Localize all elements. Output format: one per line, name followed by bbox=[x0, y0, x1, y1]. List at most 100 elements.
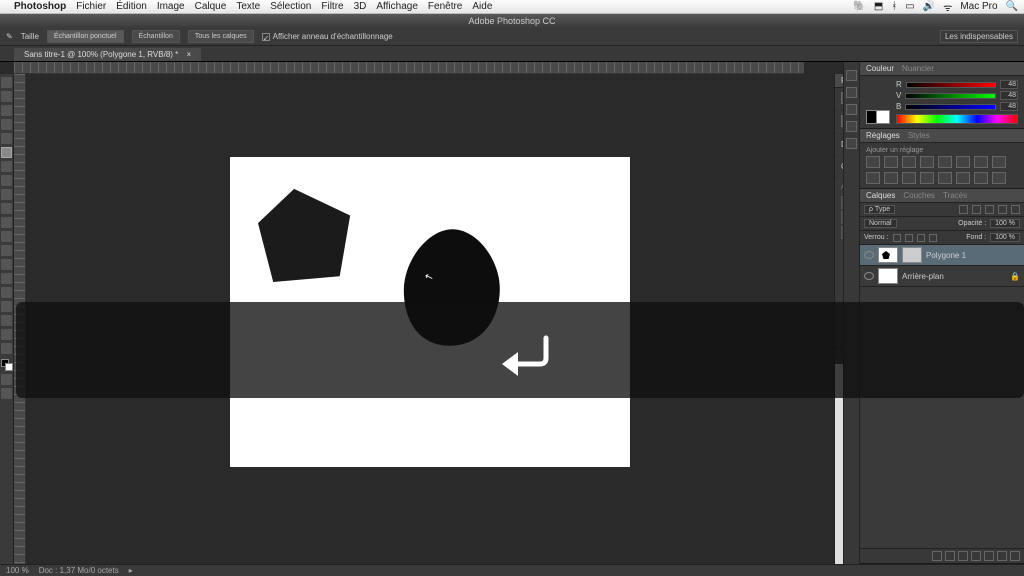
adjustments-tab[interactable]: Réglages bbox=[866, 131, 900, 140]
lock-position-icon[interactable] bbox=[917, 234, 925, 242]
visibility-eye-icon[interactable] bbox=[864, 272, 874, 280]
shape-tool[interactable] bbox=[1, 315, 12, 326]
filter-shape-icon[interactable] bbox=[998, 205, 1007, 214]
layer-mask-thumb[interactable] bbox=[902, 247, 922, 263]
posterize-icon[interactable] bbox=[938, 172, 952, 184]
evernote-icon[interactable]: 🐘 bbox=[853, 1, 865, 12]
paragraph-icon[interactable] bbox=[846, 121, 857, 132]
layer-fx-icon[interactable] bbox=[945, 551, 955, 561]
menu-layer[interactable]: Calque bbox=[195, 1, 227, 12]
new-fill-icon[interactable] bbox=[971, 551, 981, 561]
menu-help[interactable]: Aide bbox=[472, 1, 492, 12]
layer-thumb[interactable] bbox=[878, 268, 898, 284]
eyedropper-tool[interactable] bbox=[1, 147, 12, 158]
path-tool[interactable] bbox=[1, 301, 12, 312]
new-group-icon[interactable] bbox=[984, 551, 994, 561]
fg-bg-swatches[interactable] bbox=[866, 80, 890, 124]
g-value[interactable]: 48 bbox=[1000, 91, 1018, 100]
b-value[interactable]: 48 bbox=[1000, 102, 1018, 111]
actions-icon[interactable] bbox=[846, 87, 857, 98]
channelmixer-icon[interactable] bbox=[884, 172, 898, 184]
wifi-icon[interactable]: ᯤ bbox=[943, 0, 952, 14]
volume-icon[interactable]: 🔊 bbox=[923, 1, 935, 12]
pen-tool[interactable] bbox=[1, 273, 12, 284]
lock-transparency-icon[interactable] bbox=[893, 234, 901, 242]
filter-smart-icon[interactable] bbox=[1011, 205, 1020, 214]
layer-name[interactable]: Arrière-plan bbox=[902, 272, 944, 281]
lock-pixels-icon[interactable] bbox=[905, 234, 913, 242]
gradient-tool[interactable] bbox=[1, 231, 12, 242]
lasso-tool[interactable] bbox=[1, 105, 12, 116]
layers-tab[interactable]: Calques bbox=[866, 191, 895, 200]
wand-tool[interactable] bbox=[1, 119, 12, 130]
levels-icon[interactable] bbox=[884, 156, 898, 168]
filter-type-icon[interactable] bbox=[985, 205, 994, 214]
curves-icon[interactable] bbox=[902, 156, 916, 168]
doc-size[interactable]: Doc : 1,37 Mo/0 octets bbox=[39, 566, 119, 575]
delete-layer-icon[interactable] bbox=[1010, 551, 1020, 561]
sample-button[interactable]: Échantillon bbox=[132, 30, 180, 43]
menu-view[interactable]: Affichage bbox=[376, 1, 418, 12]
filter-adjust-icon[interactable] bbox=[972, 205, 981, 214]
g-slider[interactable] bbox=[905, 93, 996, 99]
workspace-dropdown[interactable]: Les indispensables bbox=[940, 30, 1018, 43]
vibrance-icon[interactable] bbox=[938, 156, 952, 168]
new-layer-icon[interactable] bbox=[997, 551, 1007, 561]
photofilter-icon[interactable] bbox=[866, 172, 880, 184]
menu-filter[interactable]: Filtre bbox=[321, 1, 343, 12]
zoom-level[interactable]: 100 % bbox=[6, 566, 29, 575]
exposure-icon[interactable] bbox=[920, 156, 934, 168]
display-icon[interactable]: ▭ bbox=[905, 1, 914, 12]
blur-tool[interactable] bbox=[1, 245, 12, 256]
sample-point-button[interactable]: Échantillon ponctuel bbox=[47, 30, 124, 43]
spotlight-icon[interactable]: 🔍 bbox=[1006, 1, 1018, 12]
menu-selection[interactable]: Sélection bbox=[270, 1, 311, 12]
background-swatch[interactable] bbox=[5, 363, 13, 371]
menu-3d[interactable]: 3D bbox=[354, 1, 367, 12]
link-layers-icon[interactable] bbox=[932, 551, 942, 561]
brushes-icon[interactable] bbox=[846, 138, 857, 149]
color-swatches-tool[interactable] bbox=[1, 359, 13, 371]
selective-icon[interactable] bbox=[992, 172, 1006, 184]
styles-tab[interactable]: Styles bbox=[908, 131, 930, 140]
ruler-horizontal[interactable] bbox=[14, 62, 804, 74]
zoom-tool[interactable] bbox=[1, 343, 12, 354]
paths-tab[interactable]: Tracés bbox=[943, 191, 967, 200]
menu-image[interactable]: Image bbox=[157, 1, 185, 12]
bg-swatch[interactable] bbox=[876, 110, 890, 124]
color-tab[interactable]: Couleur bbox=[866, 64, 894, 73]
pentagon-shape[interactable] bbox=[258, 187, 353, 282]
history-icon[interactable] bbox=[846, 70, 857, 81]
stamp-tool[interactable] bbox=[1, 189, 12, 200]
color-spectrum[interactable] bbox=[896, 114, 1018, 124]
b-slider[interactable] bbox=[905, 104, 996, 110]
lock-all-icon[interactable] bbox=[929, 234, 937, 242]
checkbox-icon[interactable]: ✓ bbox=[262, 33, 270, 41]
eraser-tool[interactable] bbox=[1, 217, 12, 228]
dodge-tool[interactable] bbox=[1, 259, 12, 270]
fill-value[interactable]: 100 % bbox=[990, 233, 1020, 242]
add-mask-icon[interactable] bbox=[958, 551, 968, 561]
colorlookup-icon[interactable] bbox=[902, 172, 916, 184]
tab-document[interactable]: Sans titre-1 @ 100% (Polygone 1, RVB/8) … bbox=[14, 48, 201, 61]
move-tool[interactable] bbox=[1, 77, 12, 88]
colorbalance-icon[interactable] bbox=[974, 156, 988, 168]
type-tool[interactable] bbox=[1, 287, 12, 298]
r-slider[interactable] bbox=[906, 82, 996, 88]
mask-mode-tool[interactable] bbox=[1, 374, 12, 385]
hand-tool[interactable] bbox=[1, 329, 12, 340]
close-icon[interactable]: × bbox=[187, 50, 192, 59]
threshold-icon[interactable] bbox=[956, 172, 970, 184]
crop-tool[interactable] bbox=[1, 133, 12, 144]
chevron-right-icon[interactable]: ▸ bbox=[129, 566, 133, 575]
channels-tab[interactable]: Couches bbox=[903, 191, 935, 200]
menu-text[interactable]: Texte bbox=[236, 1, 260, 12]
all-layers-button[interactable]: Tous les calques bbox=[188, 30, 254, 43]
bluetooth-icon[interactable]: ᚼ bbox=[891, 1, 897, 12]
invert-icon[interactable] bbox=[920, 172, 934, 184]
dropbox-icon[interactable]: ⬒ bbox=[874, 1, 883, 12]
blend-mode-dropdown[interactable]: Normal bbox=[864, 219, 897, 228]
menu-window[interactable]: Fenêtre bbox=[428, 1, 462, 12]
machine-name[interactable]: Mac Pro bbox=[960, 1, 997, 12]
r-value[interactable]: 48 bbox=[1000, 80, 1018, 89]
